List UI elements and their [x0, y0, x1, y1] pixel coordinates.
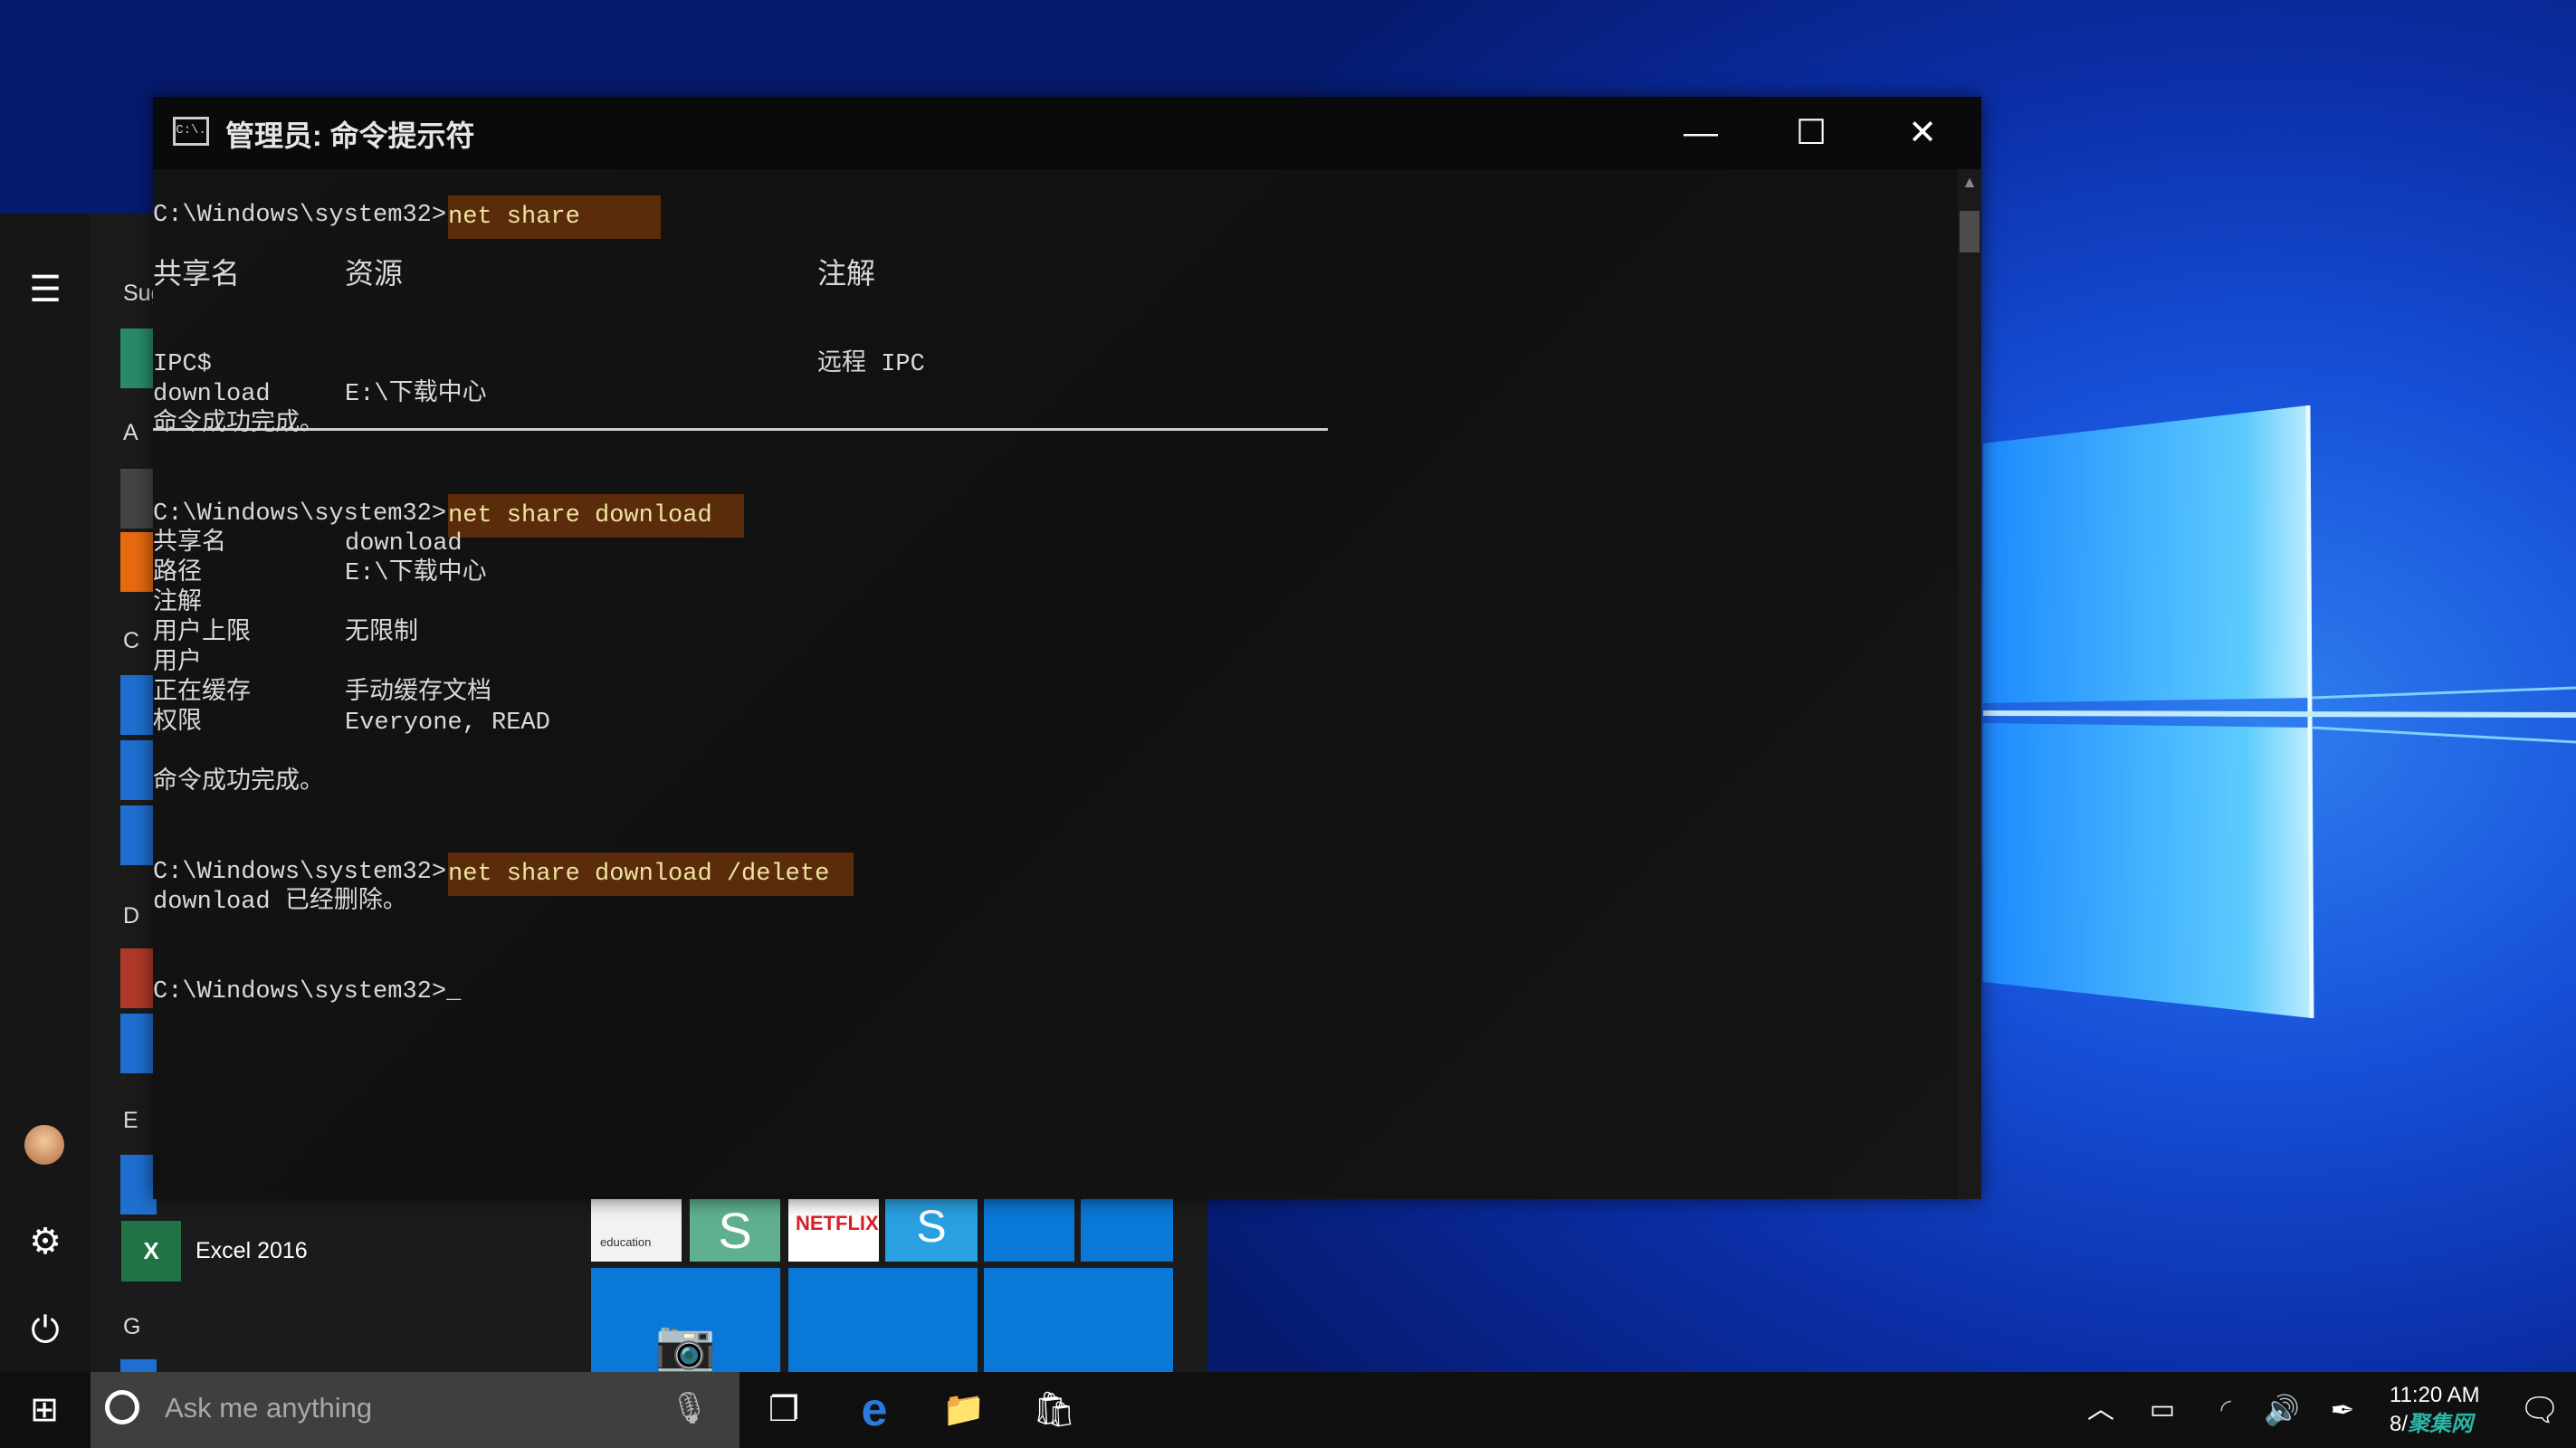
settings-gear-icon[interactable]: ⚙ [20, 1216, 71, 1267]
volume-icon[interactable]: 🔊 [2256, 1385, 2307, 1435]
task-view-icon[interactable]: ❐ [758, 1385, 809, 1435]
scroll-up-arrow-icon[interactable]: ▲ [1958, 173, 1981, 192]
letter-e[interactable]: E [123, 1108, 138, 1134]
windows-ink-pen-icon[interactable]: ✒ [2317, 1385, 2368, 1435]
letter-d[interactable]: D [123, 903, 139, 929]
letter-g[interactable]: G [123, 1314, 140, 1340]
clock-date: 8/聚集网 [2390, 1412, 2474, 1436]
table-row: download E:\下载中心 [153, 381, 487, 408]
detail-row: 共享名 download [153, 530, 463, 557]
excel-icon[interactable]: X [121, 1221, 181, 1281]
tile-skype[interactable]: S [885, 1199, 978, 1262]
edge-browser-icon[interactable]: e [849, 1385, 900, 1435]
tile-lego-education[interactable]: education [591, 1199, 682, 1262]
tile-movies[interactable] [984, 1199, 1074, 1262]
clock[interactable]: 11:20 AM 8/聚集网 [2390, 1381, 2480, 1439]
command-highlight: net share download /delete [448, 853, 854, 896]
maximize-button[interactable]: ☐ [1761, 97, 1861, 169]
hamburger-menu-icon[interactable]: ☰ [20, 264, 71, 315]
app-tile-c1[interactable] [120, 675, 157, 735]
letter-c[interactable]: C [123, 628, 139, 654]
vertical-scrollbar[interactable]: ▲ [1958, 169, 1981, 1199]
separator-line [153, 428, 1328, 431]
watermark: 聚集网 [2408, 1412, 2474, 1436]
show-hidden-icons-chevron-icon[interactable]: ︿ [2075, 1385, 2126, 1435]
detail-row: 用户 [153, 650, 202, 677]
current-prompt[interactable]: C:\Windows\system32>_ [153, 977, 461, 1007]
terminal-line: C:\Windows\system32> net share download /… [153, 853, 854, 896]
detail-row: 用户上限 无限制 [153, 620, 418, 647]
command-highlight: net share download [448, 494, 744, 538]
search-placeholder: Ask me anything [165, 1392, 373, 1424]
prompt: C:\Windows\system32> [153, 202, 447, 229]
window-title: 管理员: 命令提示符 [225, 119, 475, 152]
battery-icon[interactable]: ▭ [2137, 1385, 2188, 1435]
status-line: 命令成功完成。 [153, 411, 324, 438]
close-button[interactable]: ✕ [1873, 97, 1972, 169]
cortana-search-box[interactable]: Ask me anything 🎙 [91, 1372, 739, 1448]
status-line: download 已经删除。 [153, 889, 407, 916]
tile-sway[interactable]: S [690, 1199, 780, 1262]
tile-netflix[interactable]: NETFLIX [788, 1199, 879, 1262]
wifi-icon[interactable]: ◜ [2200, 1385, 2251, 1435]
app-tile-g1[interactable] [120, 1359, 157, 1372]
status-line: 命令成功完成。 [153, 769, 324, 796]
taskbar: ⊞ Ask me anything 🎙 ❐ e 📁 🛍 ︿ ▭ ◜ 🔊 ✒ 11… [0, 1372, 2576, 1448]
command-highlight: net share [448, 195, 661, 239]
app-tile-d1[interactable] [120, 948, 157, 1008]
store-icon[interactable]: 🛍 [1029, 1385, 1080, 1435]
letter-a[interactable]: A [123, 420, 138, 446]
tile-onedrive[interactable] [984, 1268, 1173, 1372]
detail-row: 路径 E:\下载中心 [153, 560, 487, 587]
app-tile-e1[interactable] [120, 1155, 157, 1215]
start-rail: ☰ ⚙ ⏻ [0, 214, 91, 1372]
cmd-app-icon: C:\. [173, 117, 209, 146]
tile-groove-music[interactable] [788, 1268, 978, 1372]
app-excel-2016[interactable]: Excel 2016 [196, 1238, 308, 1264]
title-bar[interactable]: C:\. 管理员: 命令提示符 — ☐ ✕ [153, 97, 1981, 169]
suggested-app-tile[interactable] [120, 329, 157, 388]
terminal-line: C:\Windows\system32> net share [153, 195, 661, 239]
detail-row: 注解 [153, 590, 202, 617]
microphone-icon[interactable]: 🎙 [670, 1390, 709, 1426]
scrollbar-thumb[interactable] [1960, 211, 1980, 252]
table-row: IPC$ 远程 IPC [153, 351, 925, 378]
text-cursor: _ [446, 978, 462, 1005]
terminal-line: C:\Windows\system32> net share download [153, 494, 744, 538]
windows-start-icon[interactable]: ⊞ [19, 1385, 70, 1435]
tile-connect[interactable] [1081, 1199, 1173, 1262]
app-tile-c2[interactable] [120, 740, 157, 800]
detail-row: 正在缓存 手动缓存文档 [153, 680, 491, 707]
app-tile-a1[interactable] [120, 469, 157, 529]
windows-wallpaper-logo [1982, 405, 2576, 1019]
minimize-button[interactable]: — [1651, 97, 1751, 169]
cmd-window: C:\. 管理员: 命令提示符 — ☐ ✕ C:\Windows\system3… [153, 97, 1981, 1199]
detail-row: 权限 Everyone, READ [153, 710, 550, 737]
clock-time: 11:20 AM [2390, 1383, 2480, 1407]
app-tile-d2[interactable] [120, 1014, 157, 1073]
table-header: 共享名 资源 注解 [153, 259, 876, 292]
cortana-icon [105, 1390, 139, 1424]
user-avatar[interactable] [24, 1125, 64, 1165]
app-tile-c3[interactable] [120, 805, 157, 865]
app-tile-a2[interactable] [120, 532, 157, 592]
tile-camera[interactable]: 📷 [591, 1268, 780, 1372]
power-icon[interactable]: ⏻ [20, 1305, 71, 1356]
file-explorer-icon[interactable]: 📁 [939, 1385, 989, 1435]
action-center-notification-icon[interactable]: 🗨 [2514, 1385, 2565, 1435]
